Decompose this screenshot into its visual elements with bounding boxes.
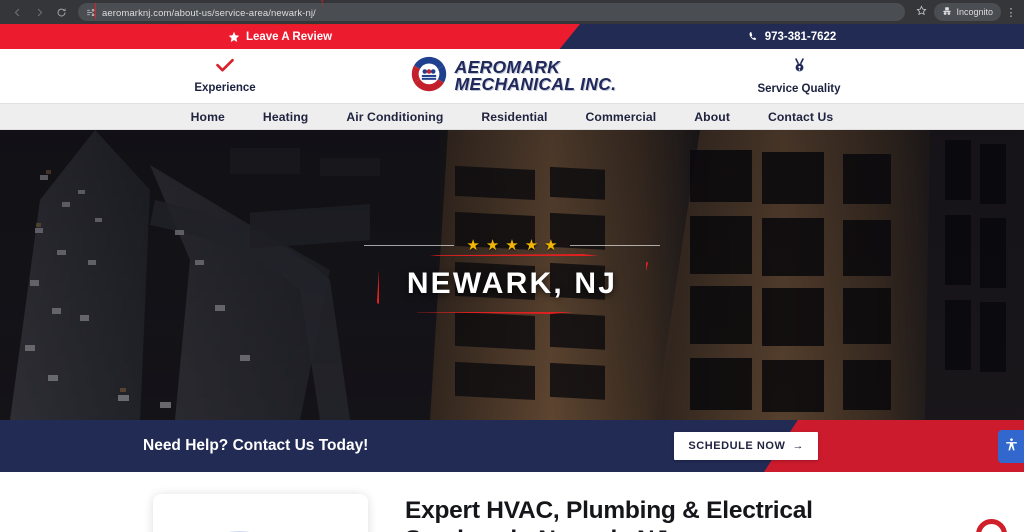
phone-link[interactable]: 973-381-7622 [560, 24, 1024, 49]
reload-icon [56, 7, 67, 18]
logo-wordmark: AEROMARK MECHANICAL INC. [454, 58, 617, 94]
rating-star: ★ [466, 237, 480, 254]
hero-content: ★ ★ ★ ★ ★ NEWARK, NJ [0, 238, 1024, 314]
forward-arrow-icon [34, 7, 45, 18]
hero-banner: ★ ★ ★ ★ ★ NEWARK, NJ [0, 130, 1024, 420]
aeromark-emblem-icon [408, 53, 450, 100]
browser-toolbar: aeromarknj.com/about-us/service-area/new… [0, 0, 1024, 25]
incognito-label: Incognito [956, 7, 993, 17]
content-heading-line2: Services in Newark, NJ [405, 526, 875, 532]
nav-item-heating[interactable]: Heating [263, 110, 308, 124]
top-utility-bar: Leave A Review 973-381-7622 [0, 24, 1024, 49]
blue-wave-swoosh-graphic [230, 531, 249, 532]
phone-number: 973-381-7622 [764, 30, 837, 43]
rating-star: ★ [544, 237, 558, 254]
content-heading-block: Expert HVAC, Plumbing & Electrical Servi… [405, 494, 875, 532]
forward-button[interactable] [28, 2, 50, 22]
check-mark-icon [215, 58, 235, 79]
badge-service-quality: Service Quality [724, 57, 874, 95]
site-info-icon[interactable] [86, 8, 95, 17]
back-button[interactable] [6, 2, 28, 22]
leave-a-review-link[interactable]: Leave A Review [0, 24, 560, 49]
url-annotation-wrapper: aeromarknj.com/about-us/service-area/new… [95, 0, 323, 25]
rating-star: ★ [524, 237, 539, 254]
badge-experience-label: Experience [194, 82, 256, 94]
back-arrow-icon [12, 7, 23, 18]
rating-star: ★ [505, 237, 519, 254]
accessibility-widget-button[interactable] [998, 430, 1024, 463]
rating-rule-left [364, 245, 455, 246]
nav-item-commercial[interactable]: Commercial [586, 110, 657, 124]
cta-message: Need Help? Contact Us Today! [143, 437, 369, 454]
browser-menu-button[interactable]: ⋮ [1004, 6, 1018, 19]
star-icon [228, 31, 240, 43]
incognito-indicator[interactable]: Incognito [934, 3, 1001, 21]
schedule-now-label: SCHEDULE NOW [688, 440, 786, 452]
site-logo[interactable]: AEROMARK MECHANICAL INC. [408, 53, 617, 100]
incognito-hat-icon [942, 6, 952, 18]
nav-item-about[interactable]: About [694, 110, 730, 124]
rating-star: ★ [485, 237, 500, 254]
logo-line-2: MECHANICAL INC. [454, 74, 617, 94]
bookmark-star-icon[interactable] [911, 5, 931, 19]
leave-a-review-label: Leave A Review [245, 30, 333, 43]
medal-award-icon [790, 57, 809, 80]
content-heading-line1: Expert HVAC, Plumbing & Electrical [405, 497, 813, 524]
cta-bar: Need Help? Contact Us Today! SCHEDULE NO… [0, 420, 1024, 472]
hero-title-wrapper: NEWARK, NJ [376, 254, 649, 314]
nav-item-residential[interactable]: Residential [481, 110, 547, 124]
hero-rating: ★ ★ ★ ★ ★ [364, 238, 660, 253]
address-bar[interactable]: aeromarknj.com/about-us/service-area/new… [78, 0, 906, 25]
nav-item-air-conditioning[interactable]: Air Conditioning [346, 110, 443, 124]
accessibility-person-icon [1004, 437, 1019, 457]
schedule-now-button[interactable]: SCHEDULE NOW → [674, 432, 818, 460]
rating-rule-right [569, 245, 660, 246]
arrow-right-icon: → [792, 440, 804, 452]
chat-support-icon[interactable] [976, 519, 1007, 532]
badge-service-quality-label: Service Quality [757, 83, 841, 95]
rating-stars: ★ ★ ★ ★ ★ [454, 238, 569, 253]
content-image-card [153, 494, 368, 532]
main-content: Expert HVAC, Plumbing & Electrical Servi… [0, 472, 1024, 532]
url-text: aeromarknj.com/about-us/service-area/new… [102, 8, 316, 19]
badge-experience: Experience [150, 58, 300, 94]
reload-button[interactable] [50, 2, 72, 22]
main-navigation: Home Heating Air Conditioning Residentia… [0, 103, 1024, 130]
phone-icon [748, 31, 759, 42]
hero-title: NEWARK, NJ [406, 267, 618, 300]
nav-item-contact-us[interactable]: Contact Us [768, 110, 833, 124]
browser-toolbar-right: Incognito ⋮ [911, 3, 1018, 21]
site-header: Experience AEROMARK MECHANICAL INC. Serv… [0, 49, 1024, 103]
nav-item-home[interactable]: Home [191, 110, 225, 124]
